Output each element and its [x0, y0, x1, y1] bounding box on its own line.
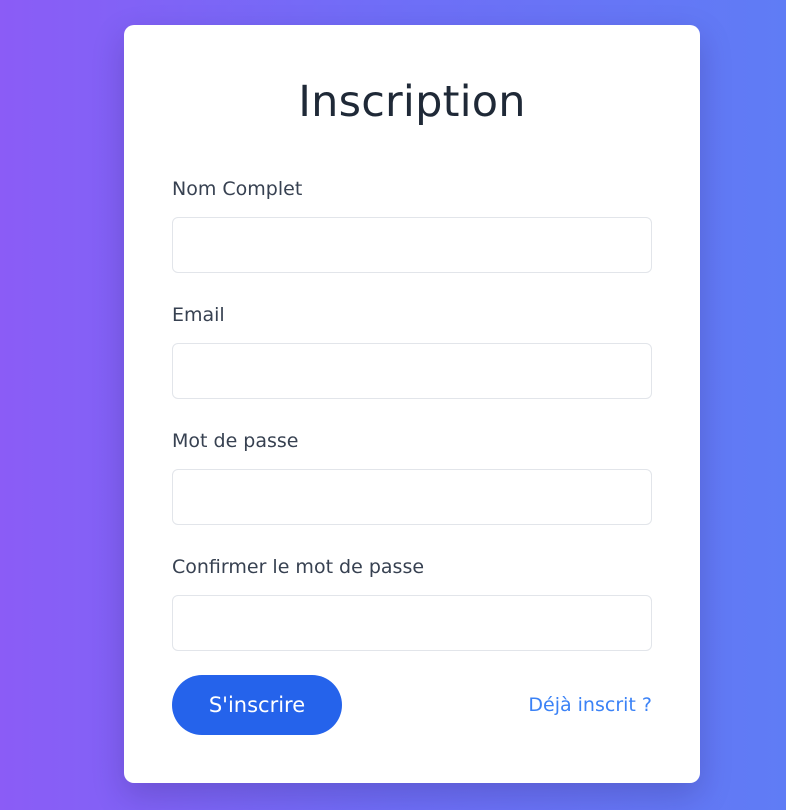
- signup-form: Nom Complet Email Mot de passe Confirmer…: [172, 177, 652, 677]
- already-registered-link[interactable]: Déjà inscrit ?: [528, 693, 652, 717]
- confirm-password-label: Confirmer le mot de passe: [172, 556, 425, 578]
- email-field-group: Email: [172, 303, 652, 425]
- password-input[interactable]: [172, 469, 652, 525]
- confirm-password-input[interactable]: [172, 595, 652, 651]
- full-name-input[interactable]: [172, 217, 652, 273]
- password-field-group: Mot de passe: [172, 429, 652, 551]
- full-name-label: Nom Complet: [172, 178, 303, 200]
- password-label: Mot de passe: [172, 430, 299, 452]
- signup-button[interactable]: S'inscrire: [172, 675, 342, 735]
- confirm-password-field-group: Confirmer le mot de passe: [172, 555, 652, 677]
- email-label: Email: [172, 304, 225, 326]
- signup-card: Inscription Nom Complet Email Mot de pas…: [124, 25, 700, 783]
- page-title: Inscription: [298, 77, 526, 127]
- email-input[interactable]: [172, 343, 652, 399]
- full-name-field-group: Nom Complet: [172, 177, 652, 299]
- form-actions: S'inscrire Déjà inscrit ?: [172, 675, 652, 735]
